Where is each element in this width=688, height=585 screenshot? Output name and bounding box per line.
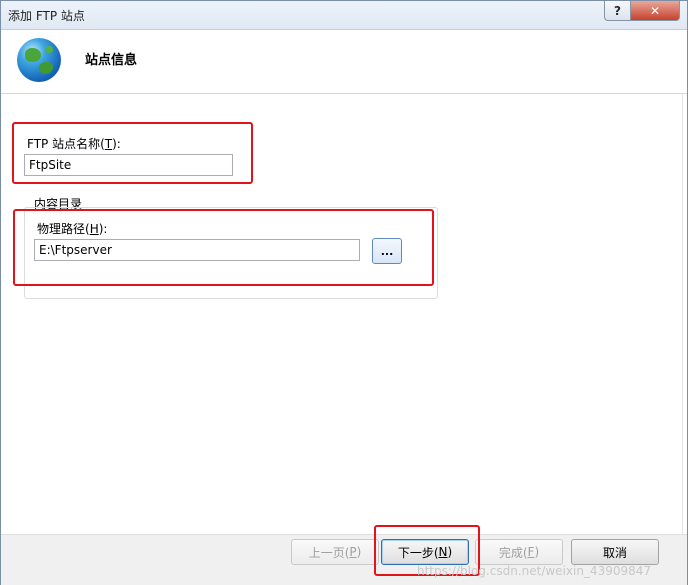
highlight-physical-path <box>13 209 434 286</box>
page-title: 站点信息 <box>85 53 138 68</box>
scroll-edge <box>682 94 688 534</box>
close-icon: ✕ <box>649 3 661 18</box>
previous-button[interactable]: 上一页(P) <box>291 539 379 565</box>
watermark: https://blog.csdn.net/weixin_43909847 <box>417 564 652 578</box>
cancel-button[interactable]: 取消 <box>571 539 659 565</box>
highlight-site-name <box>12 122 253 184</box>
wizard-header: 站点信息 <box>1 30 687 94</box>
close-button[interactable]: ✕ <box>630 1 680 21</box>
add-ftp-site-dialog: 添加 FTP 站点 ? ✕ 站点信息 FTP 站点名称(T): FtpSite … <box>0 0 688 585</box>
globe-icon <box>17 38 61 82</box>
help-button[interactable]: ? <box>604 1 631 21</box>
wizard-content: FTP 站点名称(T): FtpSite 内容目录 物理路径(H): E:\Ft… <box>1 94 687 534</box>
wizard-footer: 上一页(P) 下一步(N) 完成(F) 取消 https://blog.csdn… <box>1 525 687 585</box>
help-icon: ? <box>614 3 621 18</box>
window-title: 添加 FTP 站点 <box>8 9 85 23</box>
finish-button[interactable]: 完成(F) <box>475 539 563 565</box>
title-bar[interactable]: 添加 FTP 站点 ? ✕ <box>1 1 687 30</box>
